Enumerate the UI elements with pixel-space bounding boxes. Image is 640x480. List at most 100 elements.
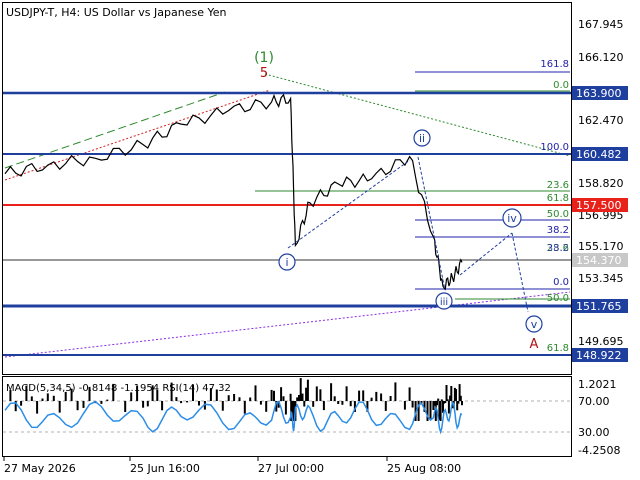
chart-title: USDJPY-T, H4: US Dollar vs Japanese Yen — [6, 6, 227, 19]
macd-bar — [249, 397, 252, 401]
fib-label-50-b: 50.0 — [547, 293, 569, 304]
macd-bar — [457, 401, 460, 404]
macd-bar — [440, 399, 443, 401]
wave-circle-i: i — [278, 253, 296, 271]
macd-bar — [436, 401, 438, 406]
macd-bar — [151, 385, 154, 401]
indicator-tick: 30.00 — [578, 426, 610, 439]
macd-bar — [227, 395, 230, 401]
macd-bar — [450, 386, 453, 401]
macd-bar — [299, 378, 302, 401]
macd-bar — [259, 401, 262, 405]
macd-bar — [46, 393, 49, 401]
macd-bar — [209, 388, 212, 401]
price-tick: 155.170 — [578, 240, 624, 253]
fib-label-0-b: 0.0 — [553, 277, 569, 288]
macd-bar — [341, 401, 344, 405]
macd-bar — [306, 379, 309, 401]
macd-bar — [64, 391, 67, 401]
indicator-title: MACD(5,34,5) -0.8148 -1.1954 RSI(14) 47.… — [6, 383, 231, 394]
fib-label-50-a: 50.0 — [547, 209, 569, 220]
macd-bar — [36, 401, 39, 414]
macd-bar — [146, 401, 149, 407]
wave-iii-iv-line — [459, 232, 513, 276]
price-marker-151765: 151.765 — [572, 299, 628, 313]
fib-label-23-6: 23.6 — [547, 180, 569, 191]
wave-circle-ii: ii — [413, 129, 431, 147]
fib-levels — [255, 71, 570, 300]
macd-bar — [156, 390, 159, 401]
fib-label-161-8: 161.8 — [540, 59, 569, 70]
macd-bar — [362, 390, 365, 401]
macd-bar — [58, 401, 61, 413]
macd-bar — [20, 401, 23, 406]
macd-bar — [305, 387, 308, 401]
fib-label-38-2: 38.2 — [547, 225, 569, 236]
macd-bar — [76, 401, 79, 411]
fib-label-100: 100.0 — [540, 142, 569, 153]
macd-bar — [384, 401, 387, 411]
macd-bar — [284, 401, 287, 415]
rsi-line — [4, 400, 463, 435]
price-tick: 158.820 — [578, 177, 624, 190]
macd-bar — [30, 396, 33, 401]
macd-bar — [358, 390, 361, 401]
macd-bar — [175, 397, 178, 401]
indicator-tick: 70.00 — [578, 395, 610, 408]
macd-bar — [289, 393, 292, 401]
price-tick: 166.120 — [578, 51, 624, 64]
macd-bar — [192, 385, 194, 401]
macd-bar — [25, 385, 28, 401]
time-label: 27 Jul 00:00 — [258, 462, 324, 475]
macd-bar — [238, 397, 241, 401]
fib-label-0-top: 0.0 — [553, 80, 569, 91]
macd-bar — [142, 401, 145, 408]
macd-bar — [280, 387, 283, 401]
wave-circle-v: v — [525, 315, 543, 333]
fib-label-61-8-b: 61.8 — [547, 343, 569, 354]
wave-label-A: A — [530, 337, 539, 352]
price-chart[interactable]: USDJPY-T, H4: US Dollar vs Japanese Yen … — [0, 0, 640, 480]
macd-bar — [312, 401, 315, 407]
macd-bar — [461, 401, 463, 406]
macd-bar — [41, 398, 44, 401]
macd-bar — [88, 386, 91, 401]
svg-text:i: i — [285, 256, 288, 269]
wave-label-5: 5 — [260, 66, 268, 81]
time-label: 25 Aug 08:00 — [387, 462, 461, 475]
macd-bar — [124, 401, 127, 412]
red-dash-channel — [4, 89, 271, 181]
macd-bar — [411, 401, 414, 408]
price-marker-160482: 160.482 — [572, 147, 628, 161]
macd-bar — [70, 388, 73, 401]
wave-circle-iii: iii — [435, 292, 453, 310]
svg-text:151.765: 151.765 — [576, 300, 622, 313]
macd-bar — [136, 386, 139, 401]
macd-bar — [215, 389, 218, 401]
macd-bar — [429, 401, 432, 419]
price-marker-154370: 154.370 — [572, 253, 628, 267]
macd-bar — [100, 401, 103, 404]
macd-bar — [303, 401, 306, 407]
wave-label-1: (1) — [254, 50, 274, 66]
macd-bar — [375, 391, 378, 401]
macd-bar — [446, 399, 449, 401]
svg-text:157.500: 157.500 — [576, 199, 622, 212]
macd-bar — [161, 401, 164, 411]
macd-bar — [444, 401, 447, 403]
price-marker-157500: 157.500 — [572, 198, 628, 212]
indicator-tick: 1.2021 — [578, 378, 617, 391]
macd-bar — [408, 387, 411, 401]
time-label: 27 May 2026 — [4, 462, 76, 475]
macd-bar — [455, 389, 457, 401]
macd-bar — [315, 386, 318, 401]
macd-bar — [265, 401, 268, 412]
macd-bar — [282, 396, 285, 401]
macd-bar — [273, 390, 275, 401]
macd-bar — [337, 401, 340, 404]
svg-text:iii: iii — [440, 297, 448, 308]
macd-bar — [447, 401, 450, 414]
green-dash-channel — [4, 91, 226, 169]
macd-bar — [296, 397, 299, 401]
svg-text:154.370: 154.370 — [576, 254, 622, 267]
